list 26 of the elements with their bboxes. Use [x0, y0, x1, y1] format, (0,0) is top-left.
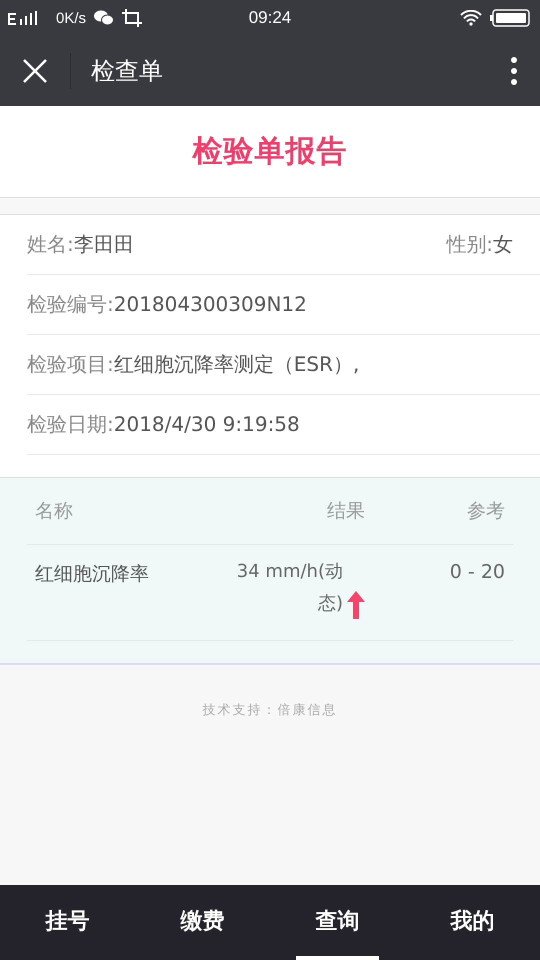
column-header: 结果 [326, 499, 365, 524]
network-speed: 0K/s [56, 10, 86, 26]
more-icon[interactable] [510, 56, 518, 86]
table-cell-text: 0 - 20 [448, 561, 505, 583]
column-header: 参考 [466, 499, 505, 524]
wifi-icon [460, 10, 482, 26]
clock: 09:24 [248, 8, 292, 28]
tab[interactable]: 我的 [431, 885, 514, 960]
info-line: 检验编号:201804300309N12 [27, 291, 307, 318]
table-cell-text: 红细胞沉降率 [35, 562, 150, 587]
patient-sex: 性别:女 [446, 231, 513, 258]
table-cell-text: 34 mm/h(动态) [236, 560, 343, 616]
column-header: 名称 [35, 499, 74, 524]
tab[interactable]: 挂号 [26, 885, 109, 960]
chat-icon [94, 10, 114, 26]
close-icon[interactable] [22, 58, 48, 84]
tab[interactable]: 查询 [296, 885, 379, 960]
patient-name: 姓名:李田田 [27, 231, 134, 258]
page-title: 检查单 [91, 56, 164, 87]
crop-icon [122, 9, 142, 27]
tab[interactable]: 缴费 [161, 885, 244, 960]
footer-text: 技术支持：倍康信息 [202, 702, 338, 717]
battery-icon [490, 9, 530, 27]
report-title: 检验单报告 [192, 133, 348, 171]
info-line: 检验项目:红细胞沉降率测定（ESR）, [27, 351, 360, 378]
info-line: 检验日期:2018/4/30 9:19:58 [27, 411, 300, 438]
